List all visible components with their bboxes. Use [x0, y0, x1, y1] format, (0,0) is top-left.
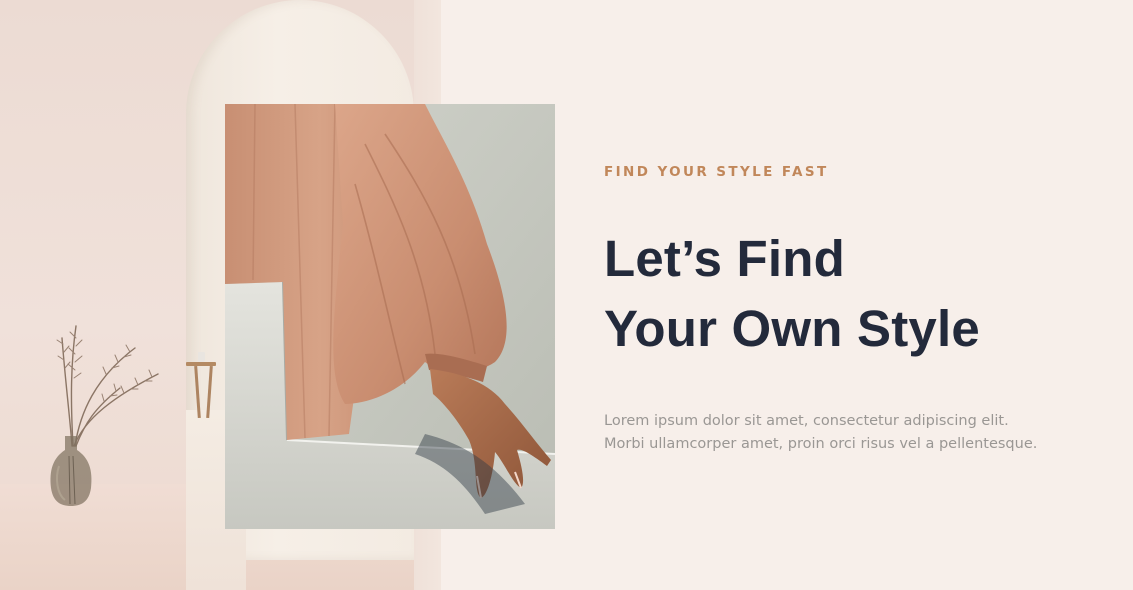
description-line-2: Morbi ullamcorper amet, proin orci risus…: [604, 436, 1038, 452]
dried-grass-decoration: [56, 325, 159, 447]
headline-line-2: Your Own Style: [604, 300, 980, 357]
headline-line-1: Let’s Find: [604, 230, 845, 287]
cup: [198, 352, 205, 362]
glass-vase-decoration: [50, 436, 92, 506]
hero-description: Lorem ipsum dolor sit amet, consectetur …: [604, 410, 1104, 456]
description-line-1: Lorem ipsum dolor sit amet, consectetur …: [604, 413, 1009, 429]
hero-section: FIND YOUR STYLE FAST Let’s Find Your Own…: [0, 0, 1133, 590]
hero-text-block: FIND YOUR STYLE FAST Let’s Find Your Own…: [604, 160, 1104, 456]
hero-headline: Let’s Find Your Own Style: [604, 224, 1104, 364]
eyebrow-label: FIND YOUR STYLE FAST: [604, 164, 829, 180]
fashion-sleeve-photo: [225, 104, 555, 529]
